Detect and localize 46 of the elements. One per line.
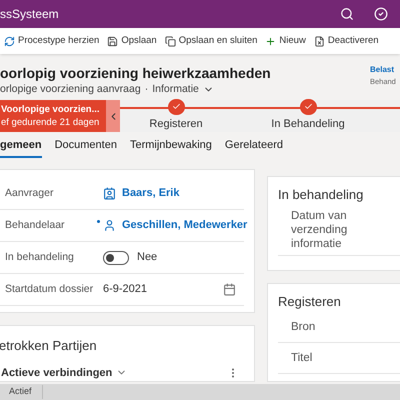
search-icon[interactable] <box>340 7 354 21</box>
header-link[interactable]: Belast <box>370 64 399 76</box>
refresh-icon <box>4 36 15 46</box>
section-title: In behandeling <box>278 186 364 204</box>
command-button[interactable]: Opslaan <box>107 34 157 48</box>
field-label: Datum van verzending informatie <box>291 208 348 250</box>
lookup-link[interactable]: Geschillen, Medewerker <box>122 217 248 234</box>
status-text: Actief <box>9 385 43 399</box>
active-stage[interactable]: Voorlopige voorzien... ef gedurende 21 dagen <box>0 100 106 132</box>
person-icon <box>103 219 116 232</box>
entity-name: orlopige voorziening aanvraag <box>0 82 141 97</box>
document-x-icon <box>314 36 325 46</box>
contact-card-icon <box>103 187 116 200</box>
field-label: Aanvrager <box>4 186 54 201</box>
toggle-switch[interactable] <box>103 250 129 264</box>
app-title: ssSysteem <box>0 6 59 23</box>
task-icon[interactable] <box>374 7 388 21</box>
command-button[interactable]: Procestype herzien <box>4 34 100 48</box>
stage-label[interactable]: Registeren <box>149 116 203 132</box>
field-label: In behandeling <box>4 250 75 265</box>
record-title: oorlopig voorziening heiwerkzaamheden <box>0 64 271 82</box>
tab[interactable]: Gerelateerd <box>224 136 283 158</box>
field-label: Titel <box>291 350 314 364</box>
stage-name: Voorlopige voorzien... <box>1 103 101 116</box>
field-label: Bron <box>291 320 316 334</box>
tab[interactable]: Termijnbewaking <box>130 136 212 158</box>
command-button[interactable]: Opslaan en sluiten <box>164 34 258 48</box>
view-selector[interactable]: Actieve verbindingen <box>0 364 128 381</box>
section-title: Registeren <box>278 293 342 311</box>
stage-duration: ef gedurende 21 dagen <box>1 116 100 129</box>
plus-icon <box>265 36 276 46</box>
field-label: Behandelaar <box>4 218 66 233</box>
tab[interactable]: Documenten <box>54 136 117 158</box>
toggle-value: Nee <box>137 250 158 266</box>
lookup-link[interactable]: Baars, Erik <box>122 185 180 202</box>
command-button[interactable]: Nieuw <box>265 34 306 48</box>
save-close-icon <box>164 36 176 46</box>
stage-label[interactable]: In Behandeling <box>271 116 345 132</box>
tab[interactable]: gemeen <box>0 136 42 158</box>
field-label: Startdatum dossier <box>4 282 94 297</box>
separator: · <box>144 82 148 97</box>
save-icon <box>107 36 118 46</box>
command-button[interactable]: Deactiveren <box>314 34 379 48</box>
date-value: 6-9-2021 <box>103 282 148 298</box>
calendar-icon[interactable] <box>223 283 236 296</box>
form-selector[interactable]: Informatie <box>152 82 214 98</box>
